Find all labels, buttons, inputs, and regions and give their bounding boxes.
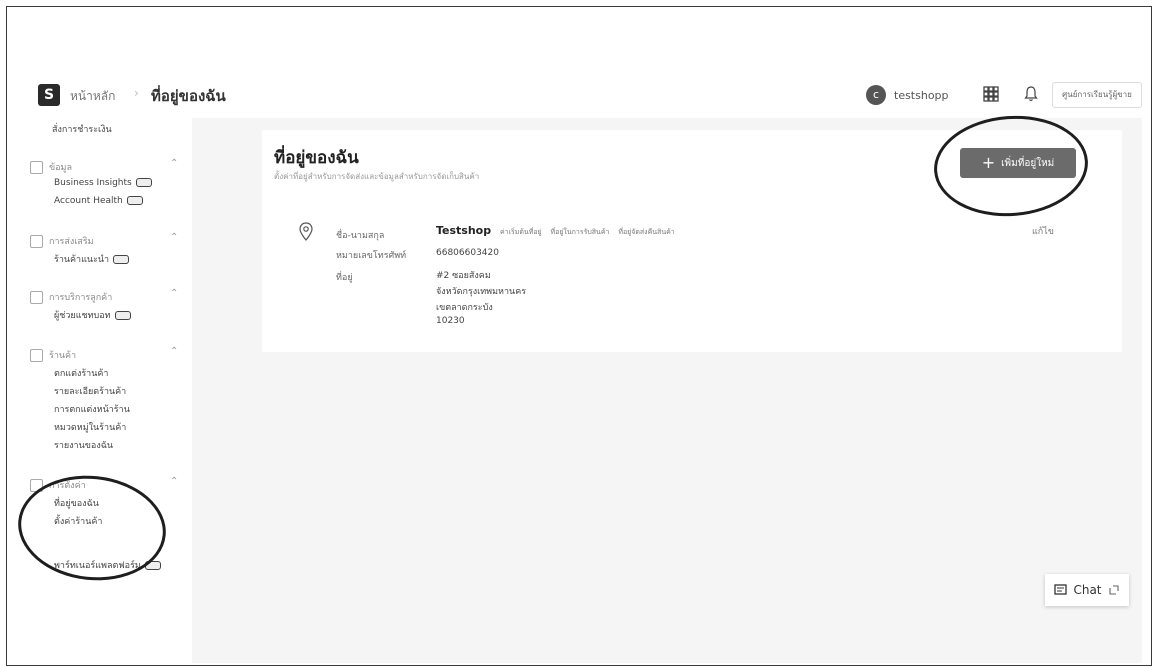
bell-icon[interactable] <box>1023 85 1039 103</box>
user-menu[interactable]: c testshopp <box>866 84 949 106</box>
sidebar-section-marketing[interactable]: การส่งเสริม <box>30 234 94 248</box>
sidebar: สั่งการชำระเงิน ข้อมูล ⌃ Business Insigh… <box>22 118 192 618</box>
sidebar-item-account-health[interactable]: Account Health <box>54 196 143 206</box>
megaphone-icon <box>30 234 43 248</box>
add-address-button[interactable]: + เพิ่มที่อยู่ใหม่ <box>960 148 1076 178</box>
chart-icon <box>30 160 43 174</box>
sidebar-item-payment-settings[interactable]: สั่งการชำระเงิน <box>52 122 112 136</box>
chat-label: Chat <box>1073 583 1102 597</box>
address-name: Testshop <box>436 224 492 237</box>
shop-icon <box>30 348 43 362</box>
sidebar-item-storefront[interactable]: การตกแต่งหน้าร้าน <box>54 402 130 416</box>
chevron-up-icon[interactable]: ⌃ <box>170 232 178 243</box>
chevron-up-icon[interactable]: ⌃ <box>170 346 178 357</box>
address-card: ที่อยู่ของฉัน ตั้งค่าที่อยู่สำหรับการจัด… <box>262 130 1122 352</box>
sidebar-item-shop-settings[interactable]: ตั้งค่าร้านค้า <box>54 514 102 528</box>
page-title: ที่อยู่ของฉัน <box>274 148 359 168</box>
sidebar-item-shop-decoration[interactable]: ตกแต่งร้านค้า <box>54 366 108 380</box>
sidebar-section-shop[interactable]: ร้านค้า <box>30 348 76 362</box>
page-subtitle: ตั้งค่าที่อยู่สำหรับการจัดส่งและข้อมูลสำ… <box>274 172 480 181</box>
chevron-up-icon[interactable]: ⌃ <box>170 288 178 299</box>
breadcrumb-separator: › <box>134 86 139 100</box>
sidebar-section-data[interactable]: ข้อมูล <box>30 160 72 174</box>
address-line: #2 ซอยสังคม <box>436 271 491 281</box>
sidebar-item-featured-shop[interactable]: ร้านค้าแนะนำ <box>54 252 130 266</box>
chevron-up-icon[interactable]: ⌃ <box>170 476 178 487</box>
location-pin-icon <box>299 222 313 241</box>
breadcrumb-current: ที่อยู่ของฉัน <box>151 87 226 105</box>
address-tag: ที่อยู่จัดส่งคืนสินค้า <box>618 228 675 236</box>
chat-bubble-icon <box>30 290 43 304</box>
breadcrumb-home[interactable]: หน้าหลัก <box>70 87 115 106</box>
sidebar-item-my-reports[interactable]: รายงานของฉัน <box>54 438 113 452</box>
new-badge <box>126 196 143 205</box>
chevron-up-icon[interactable]: ⌃ <box>170 158 178 169</box>
expand-icon[interactable] <box>1108 584 1120 596</box>
user-name: testshopp <box>894 88 949 102</box>
address-name-row: Testshop ค่าเริ่มต้นที่อยู่ ที่อยู่ในการ… <box>436 224 675 238</box>
sidebar-item-shop-details[interactable]: รายละเอียดร้านค้า <box>54 384 126 398</box>
name-label: ชื่อ-นามสกุล <box>336 231 385 241</box>
sidebar-item-chatbot[interactable]: ผู้ช่วยแชทบอท <box>54 308 131 322</box>
avatar: c <box>866 85 886 105</box>
sidebar-item-partner-platform[interactable]: พาร์ทเนอร์แพลตฟอร์ม <box>54 558 161 572</box>
sidebar-item-my-addresses[interactable]: ที่อยู่ของฉัน <box>54 496 99 510</box>
plus-icon: + <box>981 153 996 172</box>
sidebar-section-settings[interactable]: การตั้งค่า <box>30 478 86 492</box>
sidebar-item-business-insights[interactable]: Business Insights <box>54 178 152 188</box>
top-bar: S หน้าหลัก › ที่อยู่ของฉัน c testshopp ศ… <box>28 78 1148 114</box>
new-badge <box>113 255 130 264</box>
address-line: เขตลาดกระบัง <box>436 303 493 313</box>
apps-grid-icon[interactable] <box>983 86 999 102</box>
sidebar-item-shop-categories[interactable]: หมวดหมู่ในร้านค้า <box>54 420 126 434</box>
address-tag: ค่าเริ่มต้นที่อยู่ <box>500 228 542 236</box>
phone-value: 66806603420 <box>436 248 499 258</box>
address-line: จังหวัดกรุงเทพมหานคร <box>436 287 527 297</box>
phone-label: หมายเลขโทรศัพท์ <box>336 251 407 261</box>
edit-address-link[interactable]: แก้ไข <box>1032 224 1054 238</box>
new-badge <box>114 311 131 320</box>
shop-logo[interactable]: S <box>38 84 60 106</box>
gear-icon <box>30 478 43 492</box>
chat-icon <box>1054 583 1068 595</box>
new-badge <box>144 561 161 570</box>
seller-center-button[interactable]: ศูนย์การเรียนรู้ผู้ขาย <box>1052 82 1142 108</box>
new-badge <box>135 178 152 187</box>
address-tag: ที่อยู่ในการรับสินค้า <box>550 228 610 236</box>
address-label: ที่อยู่ <box>336 273 353 283</box>
sidebar-section-customer-service[interactable]: การบริการลูกค้า <box>30 290 112 304</box>
address-line: 10230 <box>436 316 465 326</box>
chat-button[interactable]: Chat <box>1045 574 1129 606</box>
